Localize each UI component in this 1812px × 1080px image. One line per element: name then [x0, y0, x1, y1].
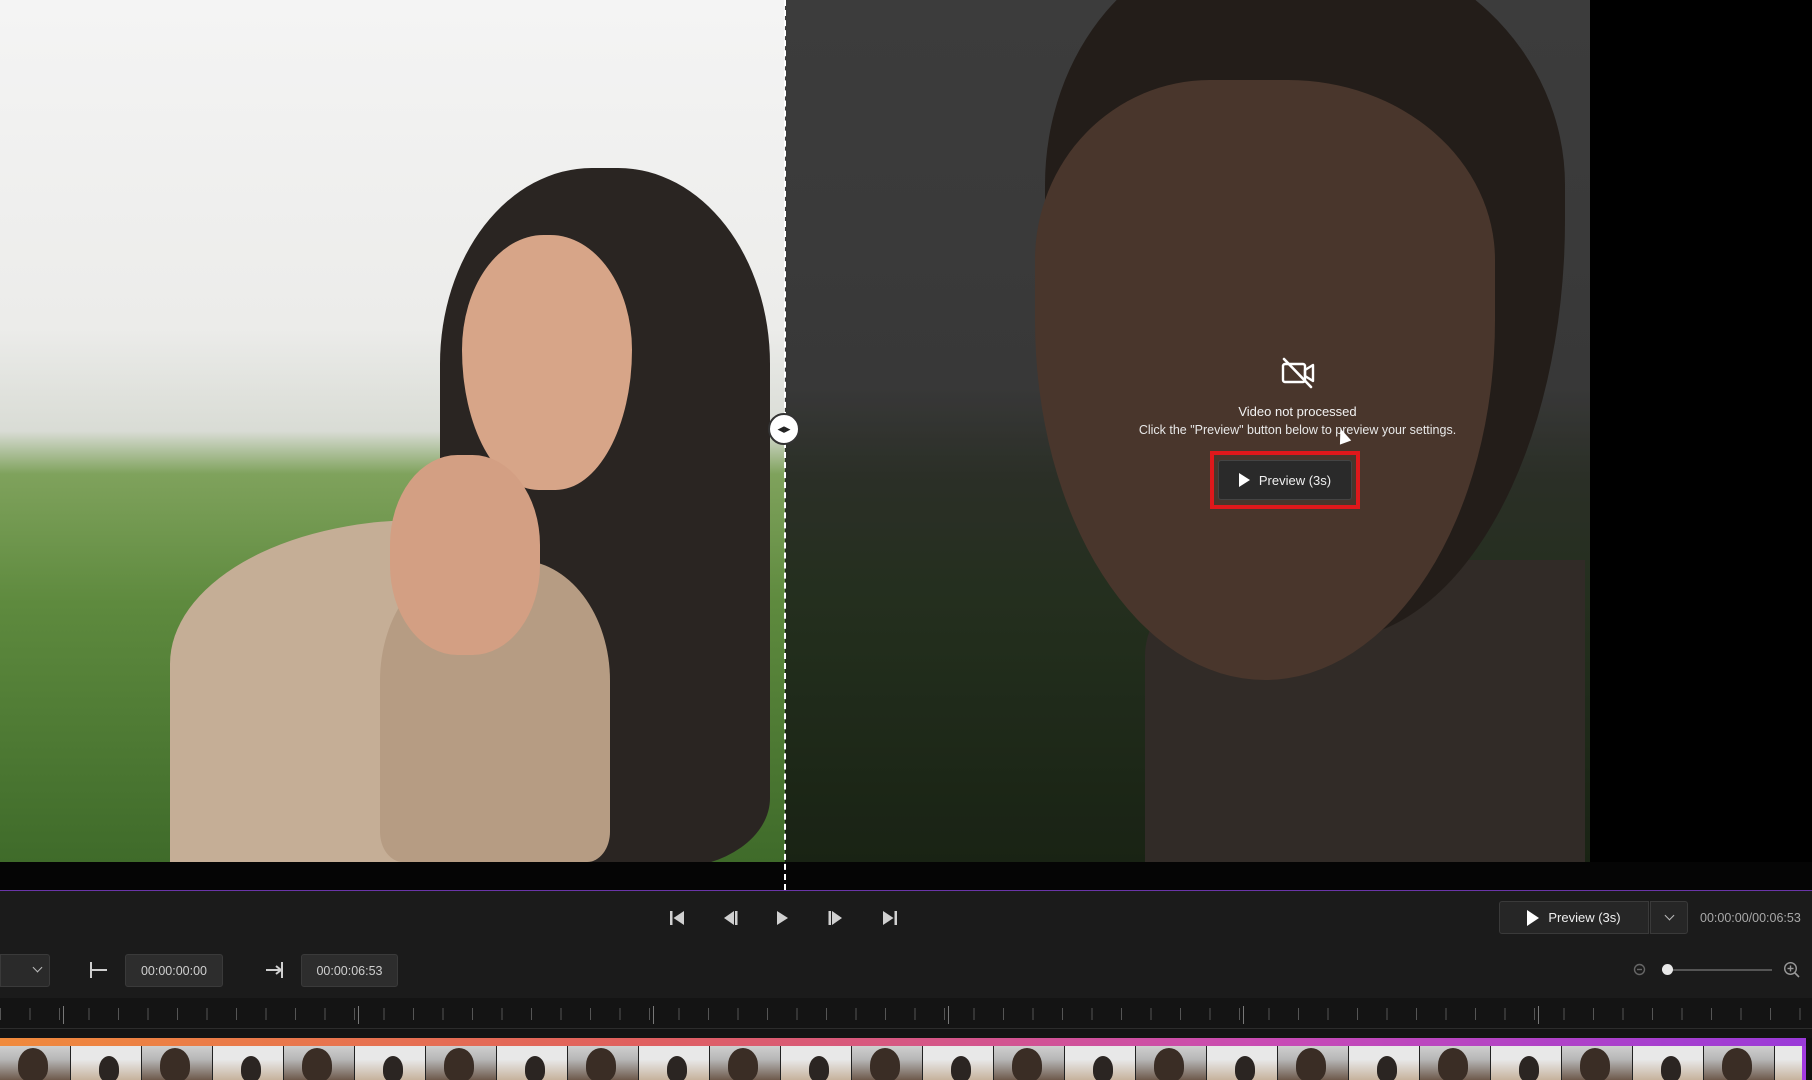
- ruler-major-tick: [1243, 1006, 1244, 1024]
- thumbnail-frame: [1491, 1046, 1562, 1080]
- ruler-baseline: [0, 1028, 1812, 1029]
- thumbnail-frame: [0, 1046, 71, 1080]
- ruler-minor-ticks: [0, 1008, 1812, 1020]
- preview-toolbar-label: Preview (3s): [1548, 910, 1621, 925]
- thumbnail-frame: [426, 1046, 497, 1080]
- thumbnail-frame: [284, 1046, 355, 1080]
- thumbnail-frame: [1349, 1046, 1420, 1080]
- in-point-time-field[interactable]: 00:00:00:00: [125, 954, 223, 987]
- thumbnail-frame: [852, 1046, 923, 1080]
- play-button[interactable]: [768, 904, 796, 932]
- step-back-icon: [724, 911, 738, 925]
- thumbnail-frame: [1136, 1046, 1207, 1080]
- thumbnail-frame: [710, 1046, 781, 1080]
- split-drag-handle-icon[interactable]: ◂▸: [768, 413, 800, 445]
- not-processed-overlay: Video not processed Click the "Preview" …: [1080, 355, 1515, 437]
- timeline-zoom-slider[interactable]: [1662, 969, 1772, 971]
- zoom-slider-thumb[interactable]: [1662, 964, 1673, 975]
- thumbnail-frame: [994, 1046, 1065, 1080]
- overlay-title: Video not processed: [1238, 404, 1357, 419]
- zoom-in-icon[interactable]: [1783, 961, 1800, 978]
- timeline-ruler[interactable]: [0, 998, 1812, 1038]
- preview-button-label: Preview (3s): [1258, 472, 1332, 488]
- preview-3s-toolbar-button[interactable]: Preview (3s): [1499, 901, 1649, 934]
- skip-to-end-button[interactable]: [876, 904, 904, 932]
- thumbnail-frame: [142, 1046, 213, 1080]
- overlay-description: Click the "Preview" button below to prev…: [1138, 423, 1457, 437]
- play-icon: [777, 911, 788, 925]
- chevron-down-icon: [32, 962, 43, 973]
- thumbnail-frame: [71, 1046, 142, 1080]
- split-divider-line[interactable]: [784, 0, 786, 890]
- transport-bar: Preview (3s) 00:00:00/00:06:53: [0, 890, 1812, 942]
- ruler-major-tick: [653, 1006, 654, 1024]
- step-back-button[interactable]: [716, 904, 744, 932]
- original-video-pane: [0, 0, 785, 862]
- zoom-out-icon[interactable]: [1633, 963, 1648, 978]
- thumbnail-frame: [568, 1046, 639, 1080]
- thumbnail-frame: [781, 1046, 852, 1080]
- preview-3s-button[interactable]: Preview (3s): [1218, 460, 1352, 500]
- in-out-bar: 00:00:00:00 00:00:06:53: [0, 942, 1812, 998]
- ruler-major-tick: [63, 1006, 64, 1024]
- play-icon: [1527, 909, 1540, 926]
- skip-to-end-icon: [883, 911, 897, 925]
- thumbnail-strip[interactable]: [0, 1046, 1806, 1080]
- woman-face: [462, 235, 632, 490]
- thumbnail-frame: [1420, 1046, 1491, 1080]
- thumbnail-frame: [1562, 1046, 1633, 1080]
- thumbnail-frame: [213, 1046, 284, 1080]
- time-readout: 00:00:00/00:06:53: [1700, 911, 1801, 925]
- skip-to-start-icon: [670, 911, 684, 925]
- thumbnail-frame: [1775, 1046, 1802, 1080]
- chevron-down-icon: [1664, 910, 1674, 921]
- video-preview-area: ◂▸ Video not processed Click the "Previe…: [0, 0, 1812, 890]
- step-forward-icon: [828, 911, 842, 925]
- thumbnail-frame: [1065, 1046, 1136, 1080]
- thumbnail-frame: [1207, 1046, 1278, 1080]
- ruler-major-tick: [358, 1006, 359, 1024]
- skip-to-start-button[interactable]: [663, 904, 691, 932]
- play-icon: [1238, 473, 1250, 487]
- ruler-major-tick: [1538, 1006, 1539, 1024]
- out-point-time-field[interactable]: 00:00:06:53: [301, 954, 398, 987]
- ruler-major-tick: [948, 1006, 949, 1024]
- set-out-point-icon[interactable]: [263, 959, 285, 981]
- thumbnail-frame: [923, 1046, 994, 1080]
- thumbnail-frame: [1278, 1046, 1349, 1080]
- thumbnail-frame: [1704, 1046, 1775, 1080]
- preview-options-dropdown[interactable]: [1650, 901, 1688, 934]
- thumbnail-frame: [355, 1046, 426, 1080]
- woman-hand: [390, 455, 540, 655]
- thumbnail-frame: [497, 1046, 568, 1080]
- video-off-icon: [1281, 357, 1314, 389]
- preview-bottom-strip: [0, 862, 1812, 890]
- preview-button-highlight: Preview (3s): [1210, 451, 1360, 509]
- video-track[interactable]: [0, 1038, 1812, 1080]
- step-forward-button[interactable]: [822, 904, 850, 932]
- thumbnail-frame: [639, 1046, 710, 1080]
- thumbnail-frame: [1633, 1046, 1704, 1080]
- set-in-point-icon[interactable]: [88, 959, 110, 981]
- scope-select[interactable]: [0, 954, 50, 987]
- clip-range-bar[interactable]: [0, 1038, 1806, 1046]
